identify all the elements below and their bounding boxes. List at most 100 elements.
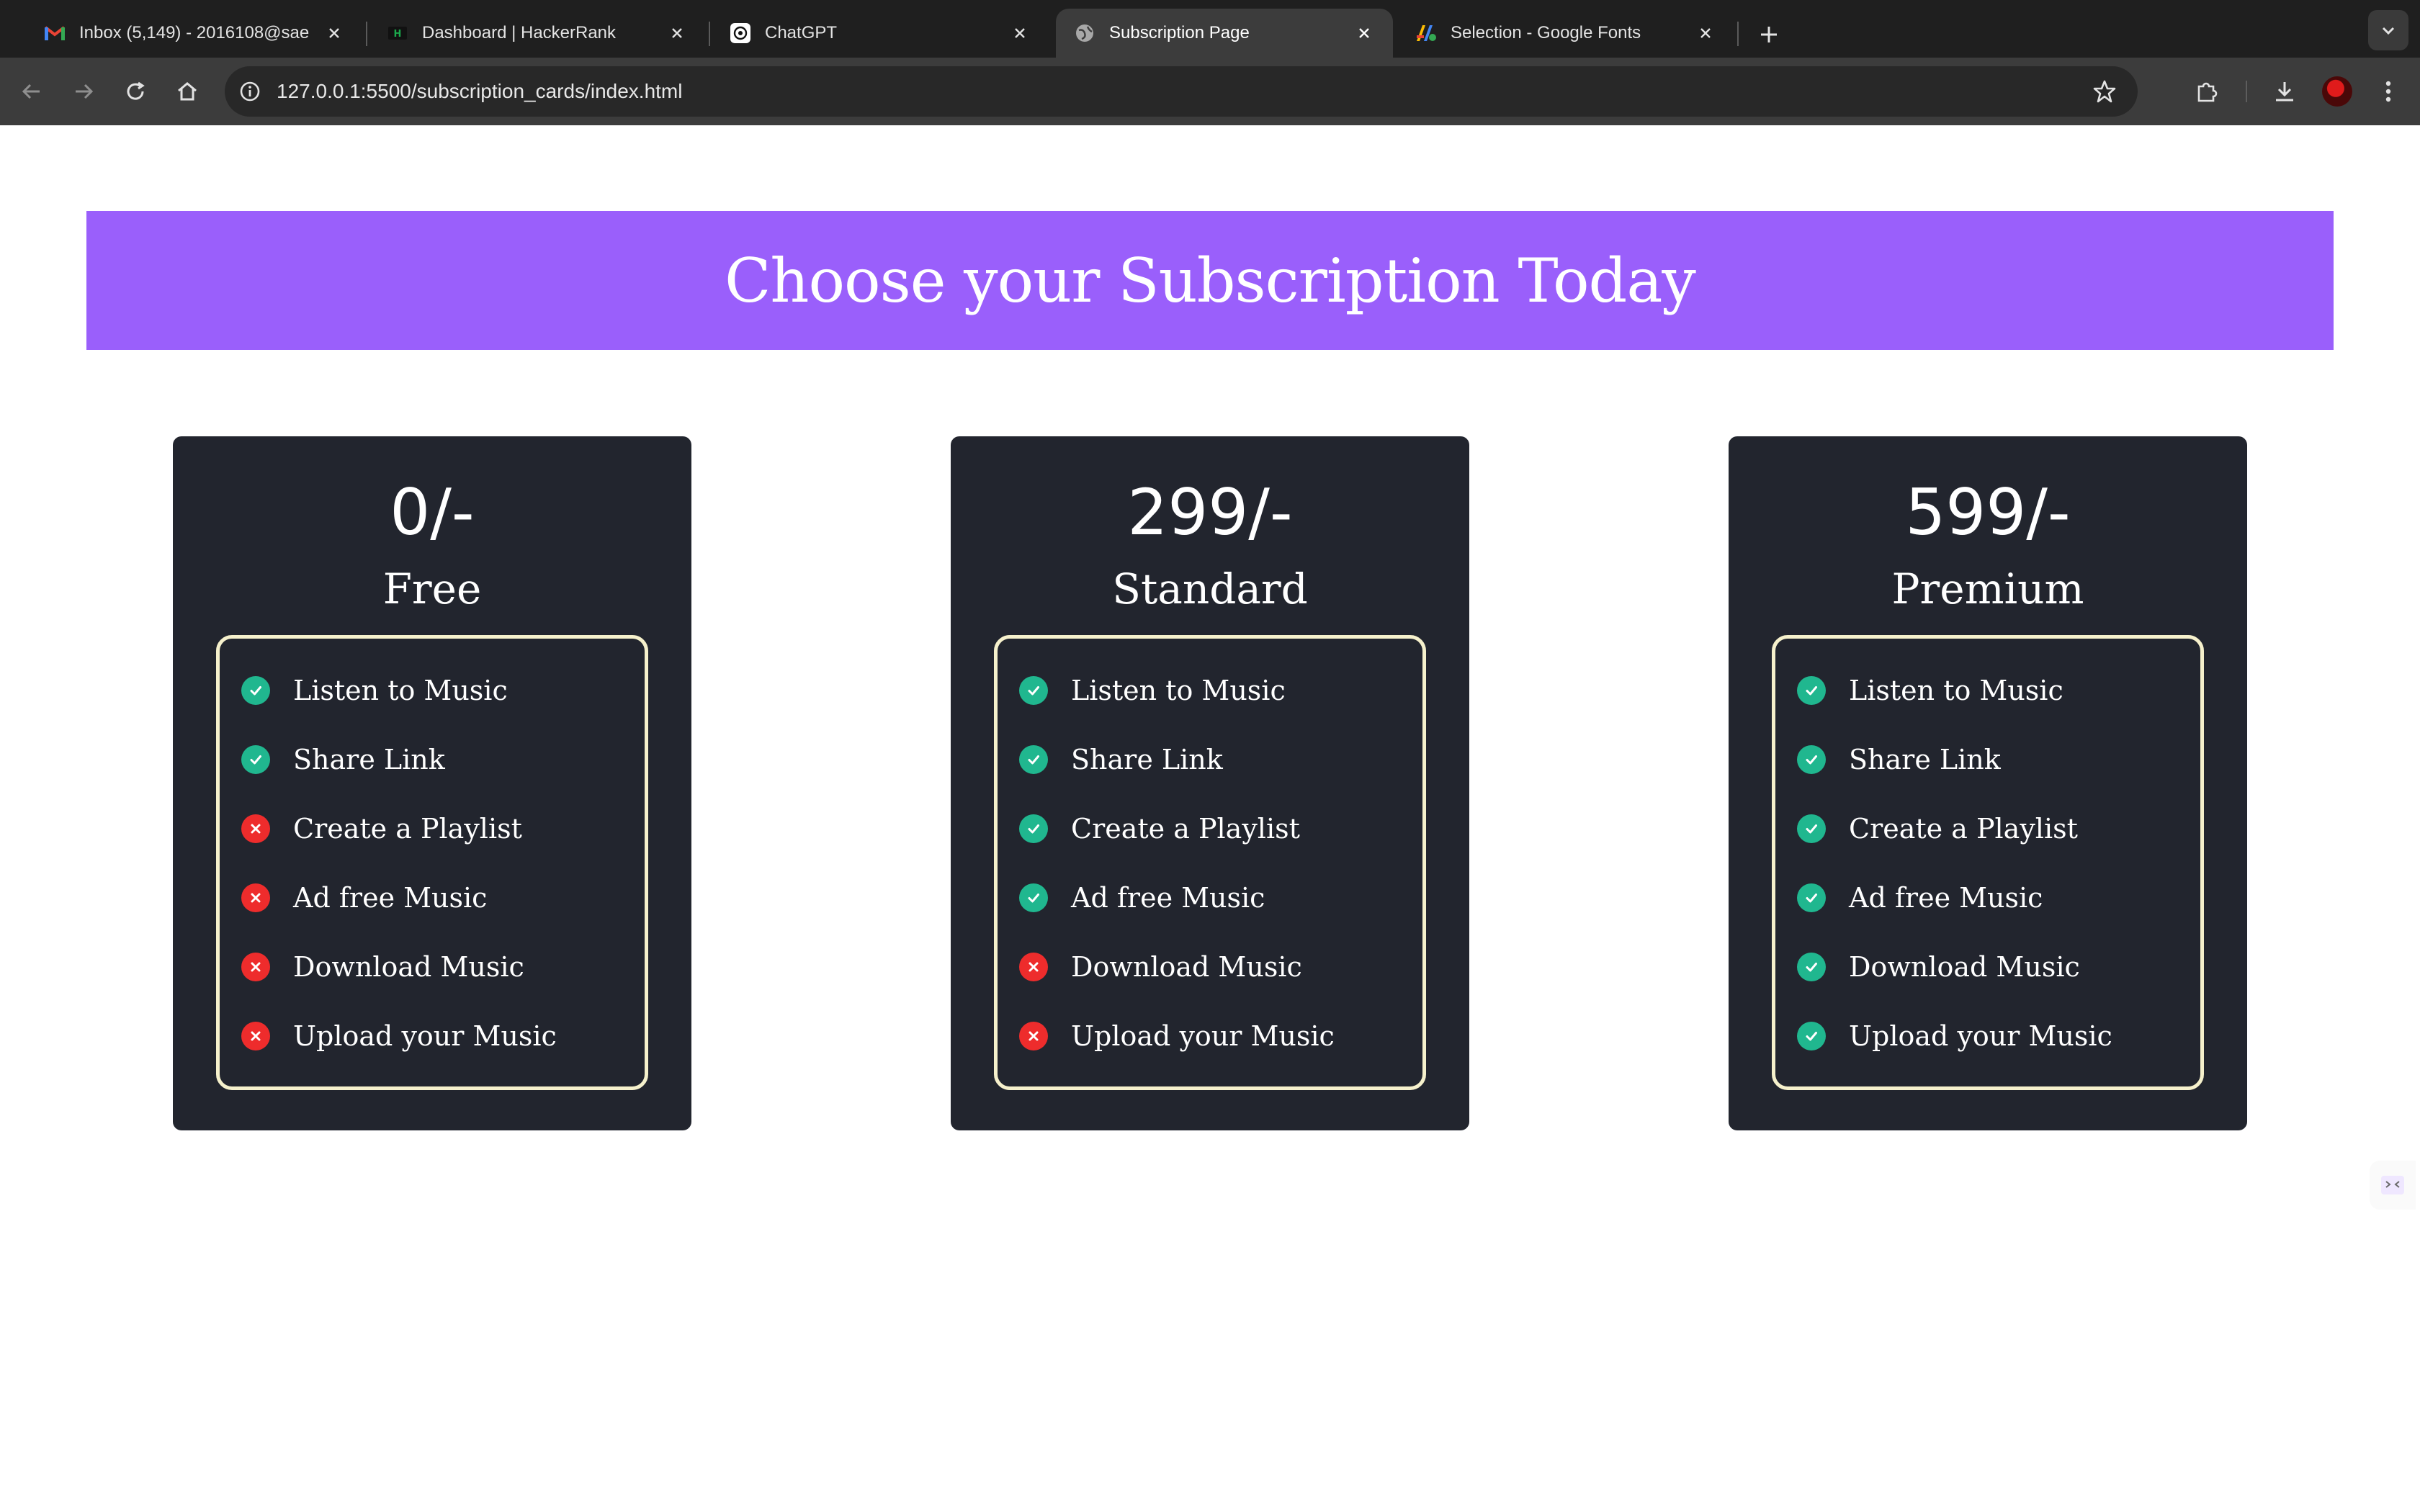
back-button[interactable] [14, 74, 49, 109]
cross-icon [241, 1022, 270, 1050]
plan-name: Free [382, 564, 482, 613]
bookmark-star-icon[interactable] [2092, 78, 2118, 104]
check-icon [241, 676, 270, 705]
feature-item: Listen to Music [241, 656, 645, 725]
address-bar[interactable]: 127.0.0.1:5500/subscription_cards/index.… [225, 66, 2138, 117]
reload-button[interactable] [118, 74, 153, 109]
code-icon [2381, 1176, 2404, 1194]
feature-label: Download Music [1071, 951, 1302, 983]
extension-side-widget[interactable] [2370, 1161, 2416, 1210]
close-icon[interactable] [1353, 22, 1376, 45]
url-text[interactable]: 127.0.0.1:5500/subscription_cards/index.… [277, 66, 682, 117]
plan-card-standard: 299/- Standard Listen to Music Share Lin… [951, 436, 1469, 1130]
feature-label: Share Link [293, 744, 445, 775]
tab-strip: Inbox (5,149) - 2016108@sae H Dashboard … [0, 0, 2420, 58]
cross-icon [1019, 953, 1048, 981]
cross-icon [1019, 1022, 1048, 1050]
feature-list: Listen to Music Share Link Create a Play… [1772, 635, 2204, 1090]
feature-item: Share Link [1019, 725, 1422, 794]
check-icon [1797, 883, 1826, 912]
feature-label: Download Music [293, 951, 524, 983]
feature-item: Upload your Music [1019, 1002, 1422, 1071]
check-icon [1797, 953, 1826, 981]
feature-label: Ad free Music [1071, 882, 1265, 914]
chatgpt-icon [729, 22, 752, 45]
check-icon [1019, 676, 1048, 705]
check-icon [1797, 1022, 1826, 1050]
feature-item: Ad free Music [1797, 863, 2200, 932]
tab-separator [1737, 22, 1739, 46]
close-icon[interactable] [666, 22, 689, 45]
close-icon[interactable] [323, 22, 346, 45]
kebab-menu-icon[interactable] [2371, 74, 2406, 109]
plan-name: Premium [1891, 564, 2084, 613]
chevron-down-icon [2382, 27, 2395, 35]
check-icon [241, 745, 270, 774]
tab-search-button[interactable] [2368, 10, 2408, 50]
tab-separator [709, 22, 710, 46]
check-icon [1019, 745, 1048, 774]
feature-item: Share Link [1797, 725, 2200, 794]
feature-item: Share Link [241, 725, 645, 794]
feature-item: Ad free Music [241, 863, 645, 932]
home-button[interactable] [170, 74, 205, 109]
feature-label: Share Link [1849, 744, 2001, 775]
gmail-icon [43, 22, 66, 45]
feature-item: Listen to Music [1019, 656, 1422, 725]
feature-label: Ad free Music [293, 882, 488, 914]
tab-title: Dashboard | HackerRank [422, 23, 617, 42]
feature-item: Create a Playlist [241, 794, 645, 863]
tab-gmail[interactable]: Inbox (5,149) - 2016108@sae [26, 9, 363, 58]
check-icon [1797, 745, 1826, 774]
forward-button[interactable] [66, 74, 101, 109]
reload-icon [127, 81, 145, 100]
tab-title: Inbox (5,149) - 2016108@sae [79, 23, 310, 42]
close-icon[interactable] [1008, 22, 1031, 45]
check-icon [1019, 883, 1048, 912]
hackerrank-icon: H [386, 22, 409, 45]
globe-icon [1073, 22, 1096, 45]
tab-title: Subscription Page [1109, 23, 1250, 42]
feature-list: Listen to Music Share Link Create a Play… [216, 635, 648, 1090]
feature-item: Create a Playlist [1019, 794, 1422, 863]
feature-item: Upload your Music [241, 1002, 645, 1071]
page-title: Choose your Subscription Today [725, 245, 1696, 316]
feature-label: Listen to Music [293, 675, 508, 706]
tab-subscription-page[interactable]: Subscription Page [1056, 9, 1393, 58]
arrow-left-icon [22, 84, 40, 99]
feature-label: Share Link [1071, 744, 1223, 775]
feature-item: Upload your Music [1797, 1002, 2200, 1071]
browser-toolbar: 127.0.0.1:5500/subscription_cards/index.… [0, 58, 2420, 125]
feature-label: Listen to Music [1071, 675, 1286, 706]
plus-icon [1761, 27, 1777, 42]
check-icon [1797, 676, 1826, 705]
new-tab-button[interactable] [1749, 14, 1789, 55]
feature-label: Listen to Music [1849, 675, 2063, 706]
toolbar-divider [2246, 81, 2247, 102]
feature-item: Ad free Music [1019, 863, 1422, 932]
feature-item: Create a Playlist [1797, 794, 2200, 863]
tab-title: Selection - Google Fonts [1451, 23, 1641, 42]
feature-item: Listen to Music [1797, 656, 2200, 725]
cross-icon [241, 814, 270, 843]
feature-list: Listen to Music Share Link Create a Play… [994, 635, 1426, 1090]
plan-price: 299/- [1127, 475, 1293, 549]
tab-chatgpt[interactable]: ChatGPT [712, 9, 1049, 58]
download-icon[interactable] [2267, 74, 2302, 109]
tab-hackerrank[interactable]: H Dashboard | HackerRank [369, 9, 706, 58]
feature-label: Ad free Music [1849, 882, 2043, 914]
plan-price: 0/- [390, 475, 475, 549]
close-icon[interactable] [1694, 22, 1717, 45]
tab-title: ChatGPT [765, 23, 838, 42]
check-icon [1019, 814, 1048, 843]
feature-item: Download Music [1797, 932, 2200, 1002]
plan-card-premium: 599/- Premium Listen to Music Share Link… [1729, 436, 2247, 1130]
profile-avatar[interactable] [2322, 76, 2352, 107]
plan-card-free: 0/- Free Listen to Music Share Link Crea… [173, 436, 691, 1130]
check-icon [1797, 814, 1826, 843]
tab-separator [366, 22, 367, 46]
tab-google-fonts[interactable]: Selection - Google Fonts [1397, 9, 1734, 58]
site-info-icon[interactable] [235, 76, 265, 107]
feature-label: Download Music [1849, 951, 2080, 983]
extensions-icon[interactable] [2190, 74, 2224, 109]
